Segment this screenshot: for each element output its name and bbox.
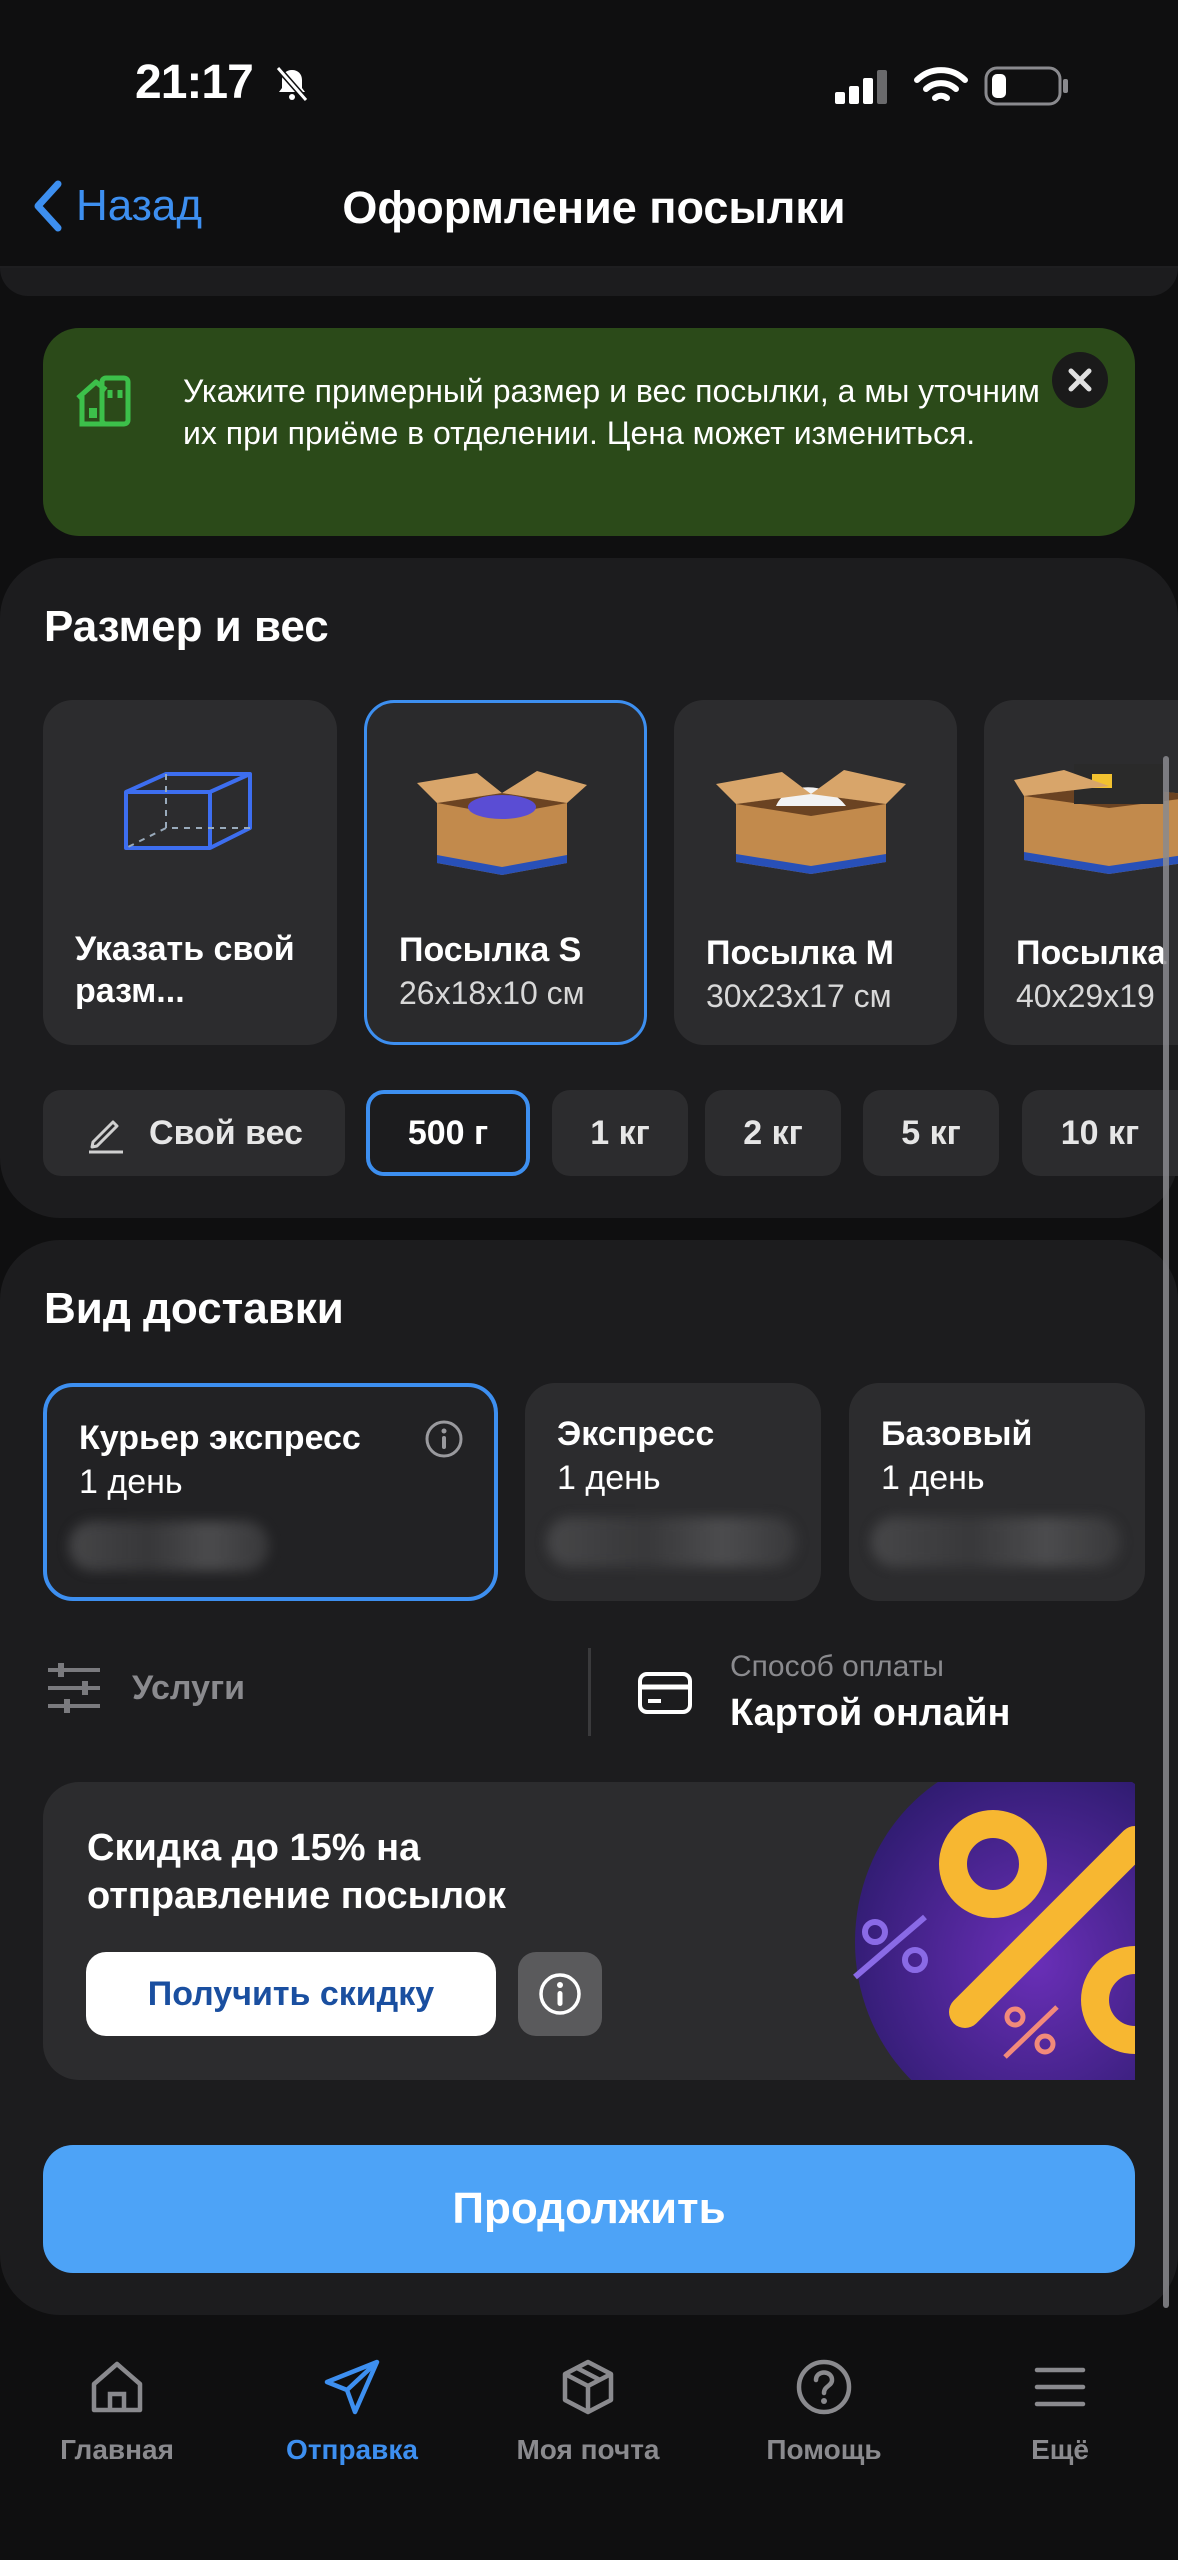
chevron-left-icon [34, 180, 62, 232]
custom-size-label: Указать свой разм... [75, 930, 295, 1010]
package-m-image [716, 770, 906, 874]
close-notice-button[interactable] [1052, 352, 1108, 408]
package-dimensions: 40x29x19 [1016, 978, 1155, 1014]
sliders-icon [48, 1663, 100, 1713]
package-s-option[interactable]: Посылка S 26x18x10 см [364, 700, 647, 1045]
delivery-option-days: 1 день [79, 1463, 183, 1501]
package-l-image [1014, 764, 1178, 874]
package-l-option[interactable]: Посылка 40x29x19 [984, 700, 1178, 1045]
tab-label: Главная [60, 2434, 174, 2465]
chip-label: Свой вес [149, 1113, 303, 1152]
delivery-option-name: Экспресс [557, 1415, 715, 1453]
box-icon [562, 2359, 614, 2415]
scrollbar[interactable] [1163, 756, 1169, 2308]
info-icon [539, 1973, 581, 2015]
percent-illustration [853, 1782, 1135, 2080]
tab-label: Ещё [1031, 2434, 1089, 2465]
tab-more[interactable]: Ещё [950, 2356, 1170, 2466]
services-button[interactable]: Услуги [44, 1660, 245, 1716]
size-section-title: Размер и вес [44, 602, 329, 651]
package-s-image [417, 771, 587, 875]
cellular-signal-icon [835, 70, 887, 104]
status-time: 21:17 [135, 56, 254, 109]
delivery-option-days: 1 день [557, 1459, 661, 1497]
tab-send[interactable]: Отправка [242, 2356, 462, 2466]
delivery-option-basic[interactable]: Базовый 1 день [849, 1383, 1145, 1601]
delivery-section-title: Вид доставки [44, 1284, 344, 1333]
price-blurred [69, 1521, 269, 1571]
payment-method-value[interactable]: Картой онлайн [730, 1692, 1011, 1735]
tab-label: Отправка [286, 2434, 418, 2465]
custom-weight-chip[interactable]: Свой вес [43, 1090, 345, 1176]
weight-chip-5kg[interactable]: 5 кг [863, 1090, 999, 1176]
package-dimensions: 30x23x17 см [706, 978, 892, 1014]
payment-method-caption[interactable]: Способ оплаты [730, 1650, 944, 1684]
delivery-option-name: Курьер экспресс [79, 1419, 361, 1457]
battery-icon [984, 66, 1068, 106]
weight-chip-10kg[interactable]: 10 кг [1022, 1090, 1178, 1176]
tab-home[interactable]: Главная [7, 2356, 227, 2466]
get-discount-button[interactable]: Получить скидку [86, 1952, 496, 2036]
package-label: Посылка M [706, 934, 894, 972]
info-icon[interactable] [424, 1419, 464, 1459]
back-button[interactable]: Назад [30, 178, 202, 234]
weight-chip-1kg[interactable]: 1 кг [552, 1090, 688, 1176]
weight-chip-2kg[interactable]: 2 кг [705, 1090, 841, 1176]
tab-label: Помощь [766, 2434, 882, 2465]
menu-icon [1034, 2367, 1086, 2407]
tab-label: Моя почта [516, 2434, 660, 2465]
services-label: Услуги [132, 1668, 246, 1707]
bell-muted-icon [275, 66, 309, 102]
custom-size-option[interactable]: Указать свой разм... [43, 700, 337, 1045]
services-payment-divider [588, 1648, 591, 1736]
package-label: Посылка [1016, 934, 1167, 972]
notice-text: Укажите примерный размер и вес посылки, … [183, 373, 1040, 451]
package-dimensions: 26x18x10 см [399, 975, 585, 1011]
credit-card-icon [638, 1672, 692, 1714]
back-label: Назад [76, 181, 203, 230]
home-icon [91, 2361, 143, 2413]
price-blurred [547, 1517, 797, 1567]
discount-info-button[interactable] [518, 1952, 602, 2036]
package-m-option[interactable]: Посылка M 30x23x17 см [674, 700, 957, 1045]
package-label: Посылка S [399, 931, 582, 969]
pencil-icon [89, 1120, 124, 1154]
delivery-option-days: 1 день [881, 1459, 985, 1497]
price-blurred [871, 1517, 1121, 1567]
send-icon [324, 2359, 380, 2415]
discount-title: Скидка до 15% на отправление посылок [87, 1827, 506, 1917]
delivery-option-express[interactable]: Экспресс 1 день [525, 1383, 821, 1601]
help-icon [796, 2359, 852, 2415]
box-outline-icon [124, 772, 252, 850]
post-office-icon [76, 375, 131, 427]
close-icon [1068, 368, 1092, 392]
continue-button[interactable]: Продолжить [43, 2145, 1135, 2273]
weight-chip-500g[interactable]: 500 г [366, 1090, 530, 1176]
delivery-option-courier-express[interactable]: Курьер экспресс 1 день [43, 1383, 498, 1601]
delivery-option-name: Базовый [881, 1415, 1033, 1453]
previous-card-edge [0, 268, 1178, 296]
tab-my-mail[interactable]: Моя почта [478, 2356, 698, 2466]
wifi-icon [914, 67, 968, 101]
tab-help[interactable]: Помощь [714, 2356, 934, 2466]
